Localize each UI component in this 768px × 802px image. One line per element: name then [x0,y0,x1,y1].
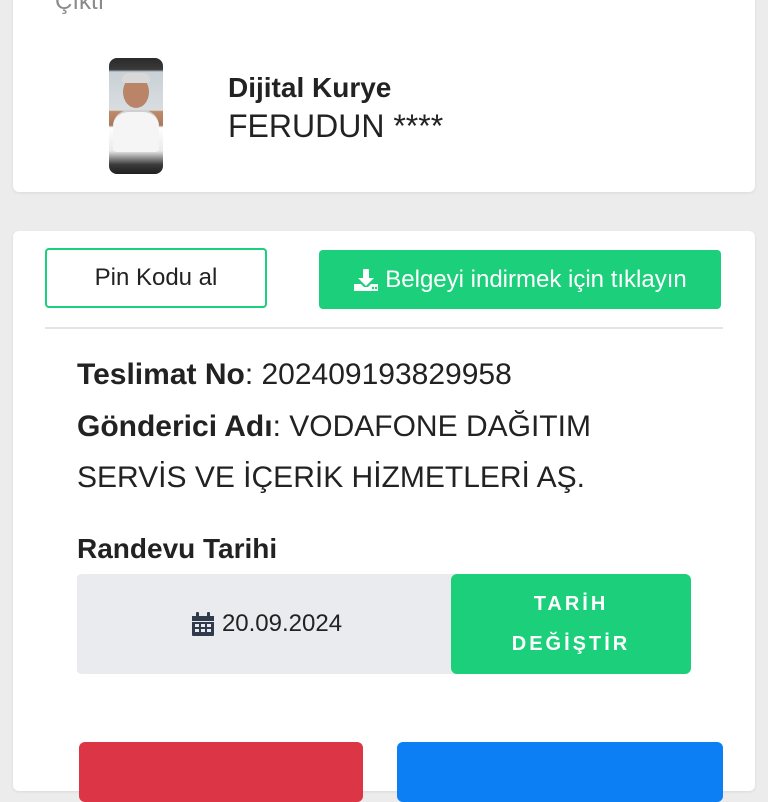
sender-label: Gönderici Adı [77,410,273,443]
cut-off-text: Çıktı [55,0,105,15]
courier-name: FERUDUN **** [228,108,444,144]
pin-code-button-label: Pin Kodu al [94,264,218,291]
download-icon [353,268,379,292]
courier-card: Çıktı Dijital Kurye FERUDUN **** [13,0,755,192]
courier-photo [109,58,163,174]
change-date-button[interactable]: TARİH DEĞİŞTİR [451,574,691,674]
download-document-button-label: Belgeyi indirmek için tıklayın [385,265,687,293]
courier-title: Dijital Kurye [228,72,392,103]
sender-row: Gönderici Adı: VODAFONE DAĞITIM SERVİS V… [77,410,591,494]
divider [45,327,723,329]
calendar-icon [191,612,214,636]
appointment-date-value: 20.09.2024 [221,610,343,637]
tracking-number-label: Teslimat No [77,358,245,391]
blue-action-button[interactable] [397,742,723,802]
courier-photo-shirt [113,110,159,152]
tracking-number-row: Teslimat No: 202409193829958 [77,358,512,391]
pin-code-button[interactable]: Pin Kodu al [45,248,267,308]
red-action-button[interactable] [79,742,363,802]
courier-photo-hair [122,73,150,83]
change-date-button-line1: TARİH [533,593,609,615]
change-date-button-line2: DEĞİŞTİR [511,633,631,655]
appointment-date-label: Randevu Tarihi [77,533,278,564]
delivery-card: Pin Kodu al Belgeyi indirmek için tıklay… [13,231,755,802]
tracking-number-value: 202409193829958 [261,358,512,391]
download-document-button[interactable]: Belgeyi indirmek için tıklayın [319,250,721,309]
appointment-date-display: 20.09.2024 [77,574,457,674]
